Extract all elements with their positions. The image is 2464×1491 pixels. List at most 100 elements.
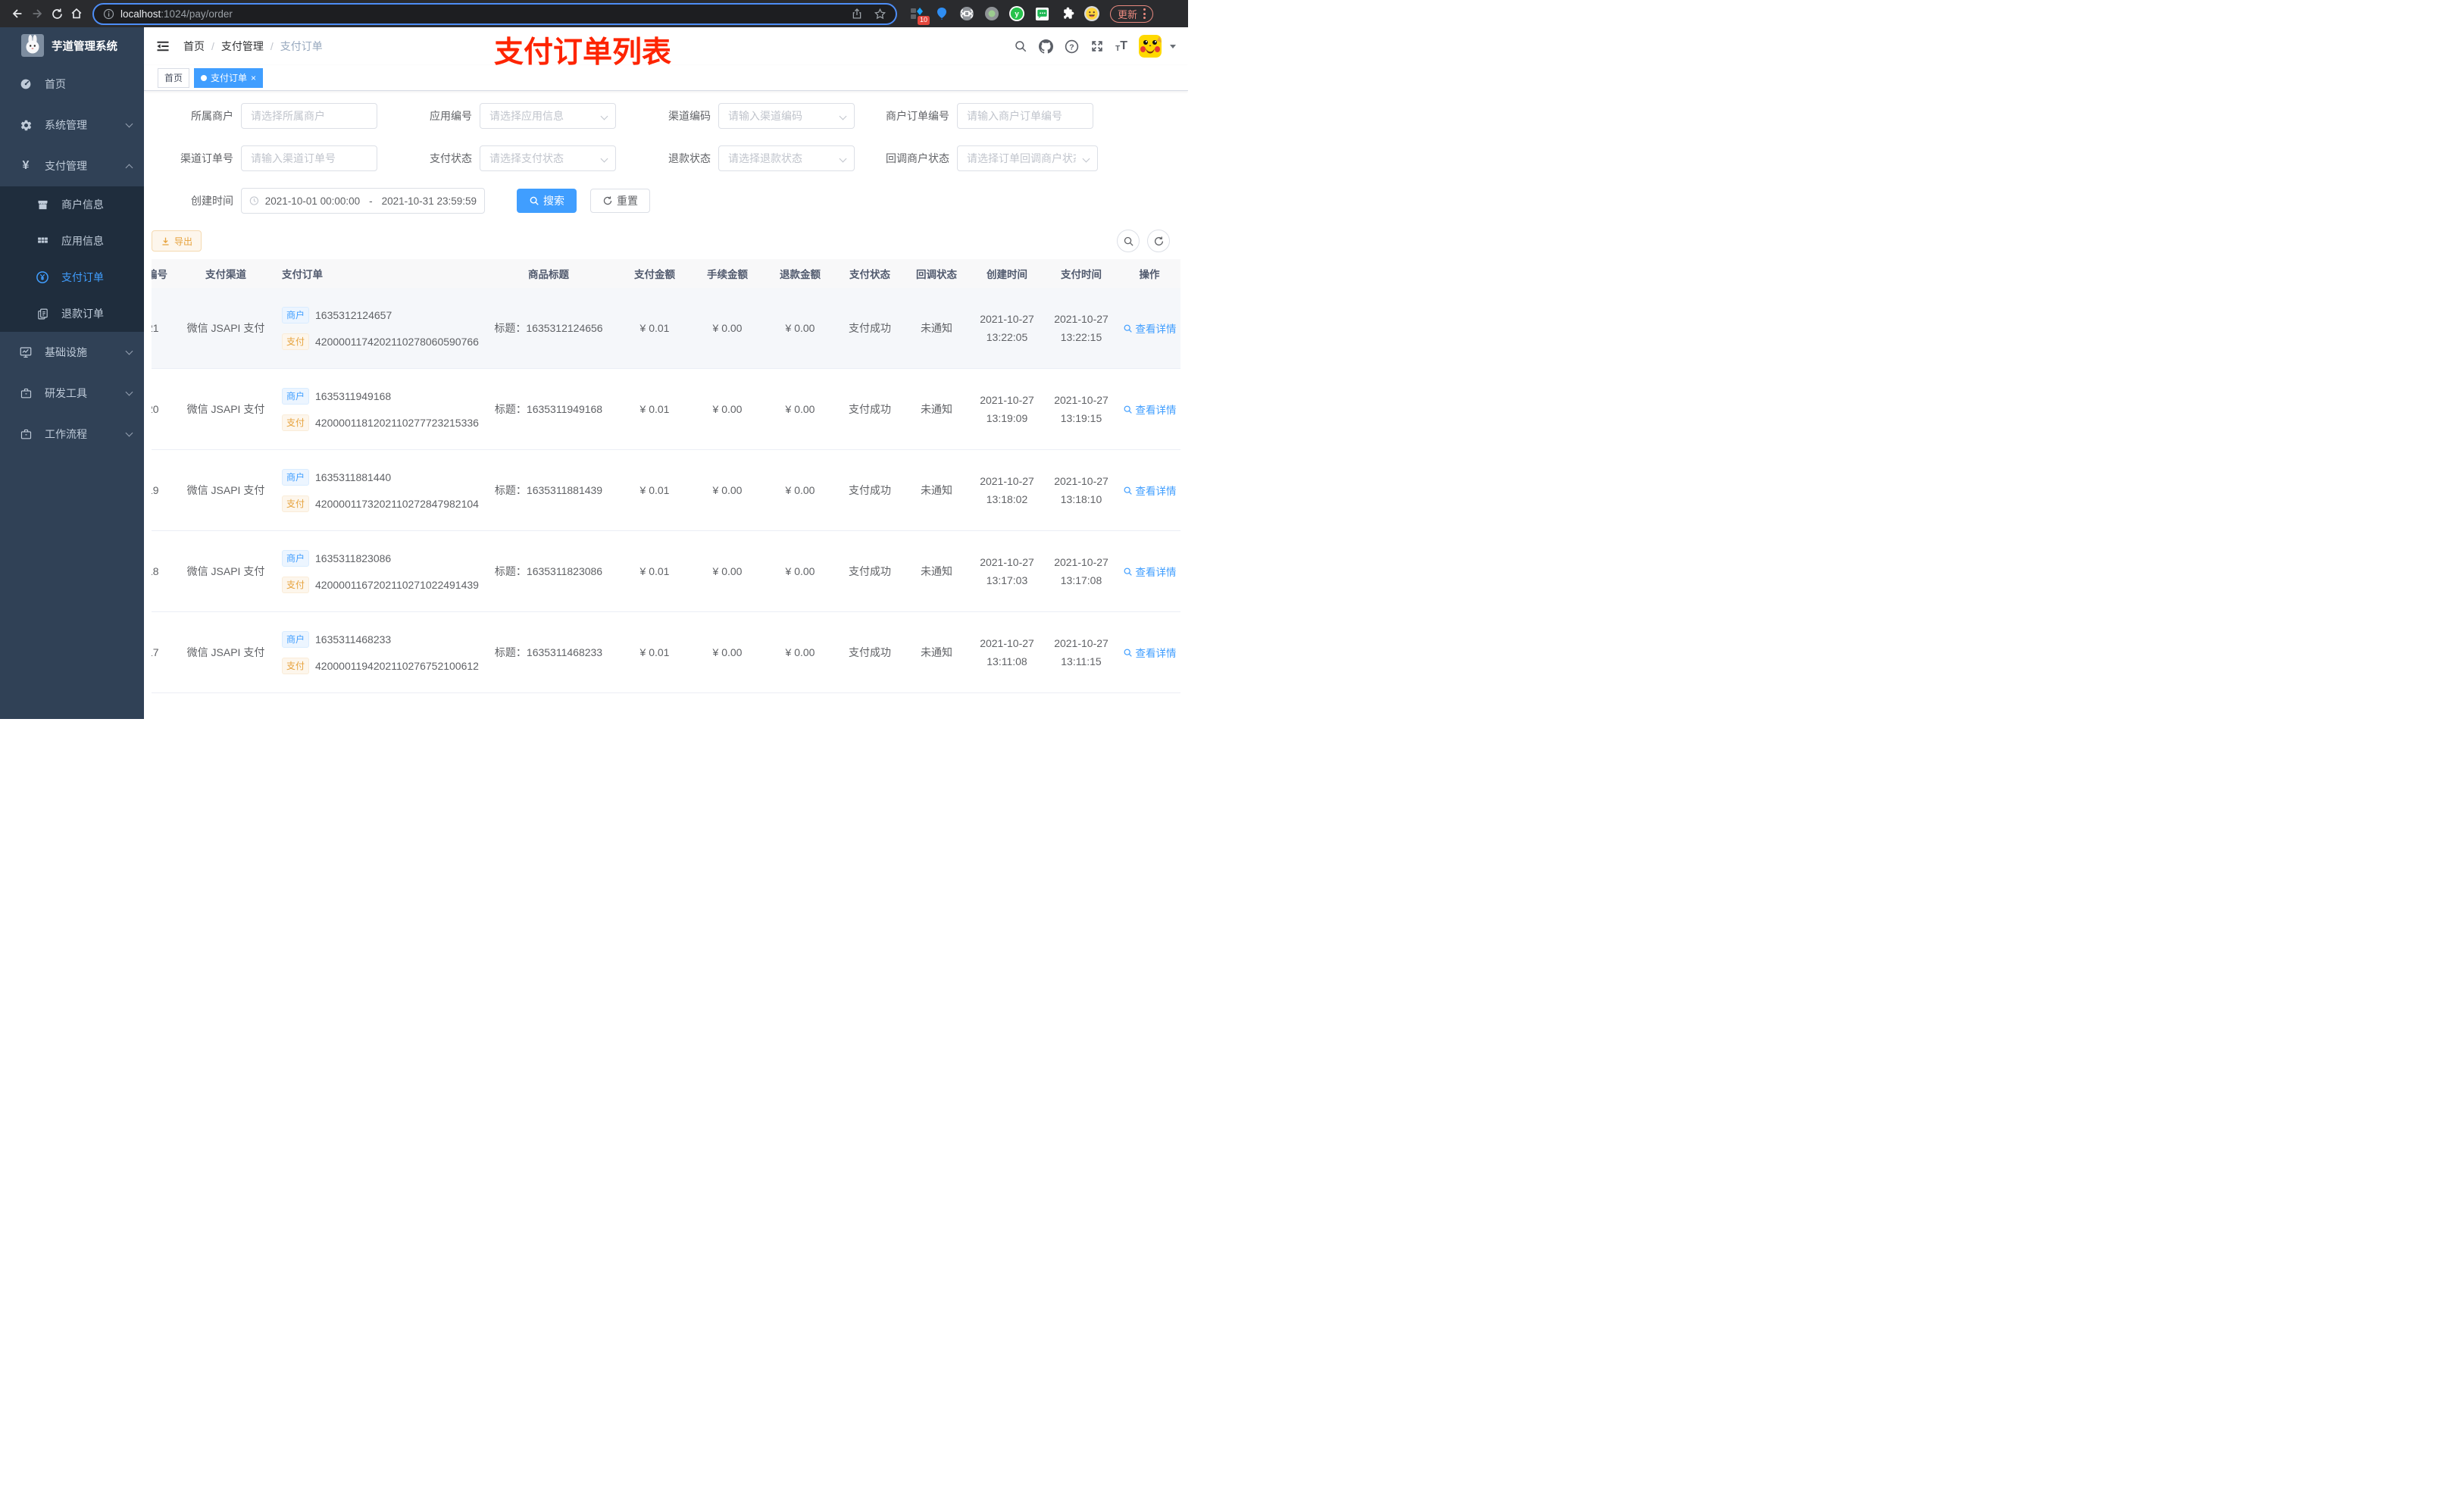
app-logo-row[interactable]: 芋道管理系统 (0, 27, 144, 64)
breadcrumb-payment[interactable]: 支付管理 (221, 39, 264, 54)
view-detail-link[interactable]: 查看详情 (1123, 402, 1177, 417)
browser-back-button[interactable] (8, 4, 27, 23)
cell-fee-amount: ¥ 0.00 (712, 403, 743, 415)
back-arrow-icon (12, 9, 22, 18)
field-label: 创建时间 (191, 195, 233, 207)
share-icon[interactable] (851, 8, 863, 20)
github-icon[interactable] (1039, 39, 1054, 54)
cell-title: 标题：1635311468233 (494, 646, 603, 658)
pay-tag: 支付 (282, 657, 310, 674)
export-label: 导出 (174, 236, 193, 247)
extension-badge: 10 (917, 16, 930, 25)
search-icon (1124, 405, 1132, 414)
user-avatar[interactable] (1139, 35, 1162, 58)
sidebar-item-merchant-info[interactable]: 商户信息 (0, 186, 144, 223)
url-text: localhost:1024/pay/order (120, 8, 233, 20)
avatar-caret-icon[interactable] (1170, 44, 1176, 48)
address-bar[interactable]: localhost:1024/pay/order (92, 2, 897, 25)
command-extension-icon[interactable] (959, 6, 974, 21)
view-detail-link[interactable]: 查看详情 (1123, 564, 1177, 579)
chevron-down-icon (125, 120, 133, 128)
chevron-down-icon (125, 388, 133, 396)
sidebar-item-workflow[interactable]: 工作流程 (0, 414, 144, 455)
reset-button[interactable]: 重置 (590, 189, 650, 213)
notify-status-select[interactable] (958, 146, 1097, 170)
cell-channel: 微信 JSAPI 支付 (186, 646, 265, 658)
search-button[interactable]: 搜索 (517, 189, 577, 213)
sidebar-item-infrastructure[interactable]: 基础设施 (0, 332, 144, 373)
grid-icon (35, 235, 50, 248)
balloon-icon (937, 8, 946, 20)
balloon-extension-icon[interactable] (934, 6, 949, 21)
sidebar-item-pay-order[interactable]: 支付订单 (0, 259, 144, 295)
recorder-extension-icon[interactable] (984, 6, 999, 21)
filter-channel-code: 渠道编码 (629, 103, 868, 129)
browser-forward-button[interactable] (27, 4, 47, 23)
cell-pay-amount: ¥ 0.01 (639, 403, 670, 415)
browser-update-button[interactable]: 更新 (1110, 5, 1154, 23)
tab-pay-order[interactable]: 支付订单 × (194, 67, 264, 88)
pay-order-table: 编号 支付渠道 支付订单 商品标题 支付金额 手续金额 退款金额 支付状态 回调… (152, 259, 1180, 719)
sidebar-item-label: 研发工具 (45, 387, 87, 399)
pay-tag: 支付 (282, 495, 310, 512)
refresh-table-button[interactable] (1147, 230, 1170, 252)
merchant-order-no-input[interactable] (958, 104, 1093, 128)
merchant-order-no: 1635312124657 (315, 308, 392, 321)
export-button[interactable]: 导出 (152, 230, 202, 252)
breadcrumb-home[interactable]: 首页 (183, 39, 205, 54)
pay-order-no: 4200001167202110271022491439 (315, 578, 479, 591)
browser-reload-button[interactable] (47, 4, 67, 23)
filter-notify-status: 回调商户状态 (868, 145, 1106, 171)
sidebar-item-app-info[interactable]: 应用信息 (0, 223, 144, 259)
view-detail-link[interactable]: 查看详情 (1123, 483, 1177, 498)
fullscreen-icon[interactable] (1090, 39, 1104, 53)
y-circle-icon: y (1009, 6, 1024, 21)
view-detail-link[interactable]: 查看详情 (1123, 645, 1177, 660)
sidebar-item-home[interactable]: 首页 (0, 64, 144, 105)
rabbit-logo-icon (21, 34, 44, 57)
extensions-puzzle-icon[interactable] (1059, 6, 1074, 21)
col-create-time: 创建时间 (987, 269, 1027, 280)
close-icon[interactable]: × (251, 73, 256, 83)
merchant-tag: 商户 (282, 387, 310, 405)
browser-menu-icon[interactable] (1143, 8, 1146, 19)
font-size-icon[interactable]: TT (1115, 39, 1127, 53)
help-icon[interactable]: ? (1065, 39, 1079, 54)
merchant-order-no: 1635311823086 (315, 552, 392, 564)
browser-home-button[interactable] (67, 4, 86, 23)
chat-extension-icon[interactable] (1034, 6, 1049, 21)
cell-notify-status: 未通知 (921, 403, 952, 415)
refund-status-select[interactable] (719, 146, 854, 170)
app-select[interactable] (480, 104, 615, 128)
filter-refund-status: 退款状态 (629, 145, 868, 171)
sidebar-item-payment[interactable]: ¥ 支付管理 (0, 145, 144, 186)
emoji-extension-icon[interactable] (1084, 6, 1099, 21)
header-search-icon[interactable] (1014, 39, 1027, 53)
active-dot (201, 74, 208, 81)
sidebar-collapse-button[interactable] (155, 39, 170, 54)
view-detail-link[interactable]: 查看详情 (1123, 320, 1177, 336)
cell-create-time: 2021-10-27 13:17:03 (980, 555, 1034, 587)
cell-refund-amount: ¥ 0.00 (785, 565, 815, 577)
channel-order-no-input[interactable] (242, 146, 377, 170)
pay-status-select[interactable] (480, 146, 615, 170)
cell-pay-order: 商户 1635311823086 支付 42000011672021102710… (267, 549, 479, 593)
sidebar-item-refund-order[interactable]: 退款订单 (0, 295, 144, 332)
cell-refund-amount: ¥ 0.00 (785, 322, 815, 334)
site-info-icon[interactable] (103, 8, 114, 20)
sidebar-item-system[interactable]: 系统管理 (0, 105, 144, 145)
sidebar-item-label: 系统管理 (45, 119, 87, 131)
y-extension-icon[interactable]: y (1009, 6, 1024, 21)
merchant-select[interactable] (242, 104, 377, 128)
sidebar-item-dev-tools[interactable]: 研发工具 (0, 373, 144, 414)
tab-manager-extension-icon[interactable]: 10 (909, 6, 930, 25)
show-search-button[interactable] (1117, 230, 1140, 252)
date-end: 2021-10-31 23:59:59 (381, 195, 477, 207)
channel-code-select[interactable] (719, 104, 854, 128)
date-range-picker[interactable]: 2021-10-01 00:00:00 - 2021-10-31 23:59:5… (241, 188, 485, 214)
bookmark-star-icon[interactable] (874, 8, 886, 20)
chevron-down-icon (125, 347, 133, 355)
hamburger-icon (157, 41, 169, 52)
tab-home[interactable]: 首页 (158, 67, 190, 88)
merchant-tag: 商户 (282, 468, 310, 486)
